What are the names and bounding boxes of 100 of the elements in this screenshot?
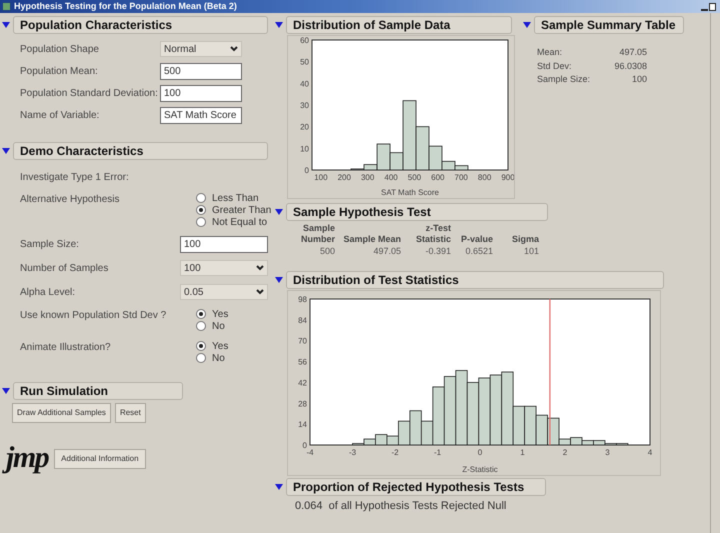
dropdown[interactable]: 100 (180, 260, 268, 276)
collapse-triangle-icon[interactable] (2, 148, 10, 154)
input-field[interactable]: 100 (180, 236, 268, 252)
table-cell-text: -0.391 (424, 245, 451, 258)
dropdown[interactable]: Normal (160, 41, 242, 57)
column-header: P-value (460, 234, 493, 245)
y-tick-label: 10 (300, 144, 309, 154)
x-tick-label: 3 (605, 448, 610, 456)
field-label: Population Mean: (20, 64, 99, 78)
x-tick-label: 200 (338, 173, 351, 182)
radio-button[interactable] (196, 353, 206, 363)
histogram-bar (536, 414, 548, 445)
x-tick-label: 2 (562, 448, 568, 456)
y-tick-label: 70 (298, 336, 307, 346)
histogram-bar (490, 374, 502, 445)
section-header: Distribution of Test Statistics (286, 270, 664, 288)
column-header: Sigma (510, 234, 539, 245)
x-tick-label: 4 (648, 448, 652, 456)
collapse-triangle-icon[interactable] (2, 22, 10, 28)
radio-label: No (212, 352, 225, 366)
radio-label: No (212, 320, 225, 334)
radio-label: Less Than (212, 192, 259, 206)
dropdown[interactable]: 0.05 (180, 284, 268, 300)
action-button[interactable]: Draw Additional Samples (12, 403, 111, 423)
column-header: Sample Mean (342, 234, 401, 245)
x-tick-label: 0 (478, 448, 482, 456)
x-tick-label: 100 (314, 173, 328, 182)
x-tick-label: -4 (306, 448, 314, 456)
radio-label: Yes (212, 308, 228, 322)
section-header: Population Characteristics (13, 16, 268, 34)
collapse-triangle-icon[interactable] (275, 484, 283, 490)
x-tick-label: 700 (454, 173, 468, 182)
section-header: Sample Summary Table (534, 16, 684, 34)
table-cell-text: 101 (522, 245, 539, 258)
section-header: Sample Hypothesis Test (286, 203, 548, 221)
summary-label: Mean: (537, 46, 562, 59)
collapse-triangle-icon[interactable] (523, 22, 531, 28)
x-tick-label: 900 (501, 173, 514, 182)
x-axis-label: Z-Statistic (462, 464, 498, 474)
input-field[interactable]: SAT Math Score (160, 106, 242, 124)
x-tick-label: 800 (478, 173, 492, 182)
summary-value: 100 (632, 73, 647, 86)
y-tick-label: 40 (300, 79, 309, 88)
field-label: Alternative Hypothesis (20, 193, 120, 207)
y-tick-label: 20 (300, 122, 309, 132)
y-tick-label: 0 (302, 440, 307, 450)
summary-label: Std Dev: (537, 60, 572, 72)
column-header: Sample Number (300, 223, 335, 245)
radio-button[interactable] (196, 205, 206, 215)
y-tick-label: 60 (300, 36, 309, 45)
field-label: Number of Samples (20, 262, 110, 276)
maximize-icon[interactable] (709, 2, 716, 10)
chevron-down-icon (230, 46, 238, 52)
section-header: Proportion of Rejected Hypothesis Tests (286, 478, 546, 496)
action-button[interactable]: Reset (114, 403, 146, 423)
x-tick-label: 500 (408, 173, 422, 182)
table-cell-text: 500 (318, 245, 335, 258)
y-tick-label: 56 (298, 357, 307, 366)
rejection-summary: 0.064 of all Hypothesis Tests Rejected Null (294, 498, 508, 514)
histogram-bar (466, 382, 480, 445)
chevron-down-icon (256, 265, 264, 271)
histogram-bar (409, 410, 422, 445)
radio-label: Yes (212, 340, 228, 354)
x-tick-label: -2 (391, 448, 399, 456)
app-icon (2, 2, 11, 11)
collapse-triangle-icon[interactable] (275, 22, 283, 28)
x-tick-label: -1 (434, 448, 442, 456)
field-label: Population Standard Deviation: (20, 86, 159, 100)
input-field[interactable]: 500 (160, 62, 242, 80)
chevron-down-icon (256, 289, 264, 295)
additional-information-button[interactable]: Additional Information (54, 449, 146, 469)
y-tick-label: 50 (300, 58, 309, 67)
section-header: Demo Characteristics (13, 142, 268, 160)
window-title: Hypothesis Testing for the Population Mean (Beta 2) (14, 0, 237, 13)
x-tick-label: 600 (431, 173, 445, 182)
x-tick-label: 1 (520, 448, 525, 456)
y-tick-label: 98 (298, 294, 307, 304)
summary-value: 497.05 (619, 46, 647, 59)
collapse-triangle-icon[interactable] (275, 209, 283, 215)
x-tick-label: -3 (348, 448, 356, 456)
summary-value: 96.0308 (614, 60, 647, 72)
radio-button[interactable] (196, 217, 206, 227)
radio-button[interactable] (196, 321, 206, 331)
radio-label: Not Equal to (212, 216, 268, 230)
x-tick-label: 300 (360, 173, 374, 182)
collapse-triangle-icon[interactable] (275, 276, 283, 282)
radio-button[interactable] (196, 309, 206, 319)
field-label: Population Shape (20, 42, 100, 56)
section-header: Run Simulation (13, 382, 183, 400)
y-tick-label: 28 (298, 398, 307, 408)
radio-button[interactable] (196, 341, 206, 351)
y-tick-label: 42 (298, 378, 307, 387)
histogram-bar (524, 405, 536, 445)
section-header: Distribution of Sample Data (286, 16, 512, 34)
radio-button[interactable] (196, 193, 206, 203)
field-label: Investigate Type 1 Error: (20, 170, 130, 184)
collapse-triangle-icon[interactable] (2, 388, 10, 394)
table-cell-text: 497.05 (372, 245, 401, 258)
input-field[interactable]: 100 (160, 84, 242, 102)
field-label: Use known Population Std Dev ? (20, 309, 168, 323)
